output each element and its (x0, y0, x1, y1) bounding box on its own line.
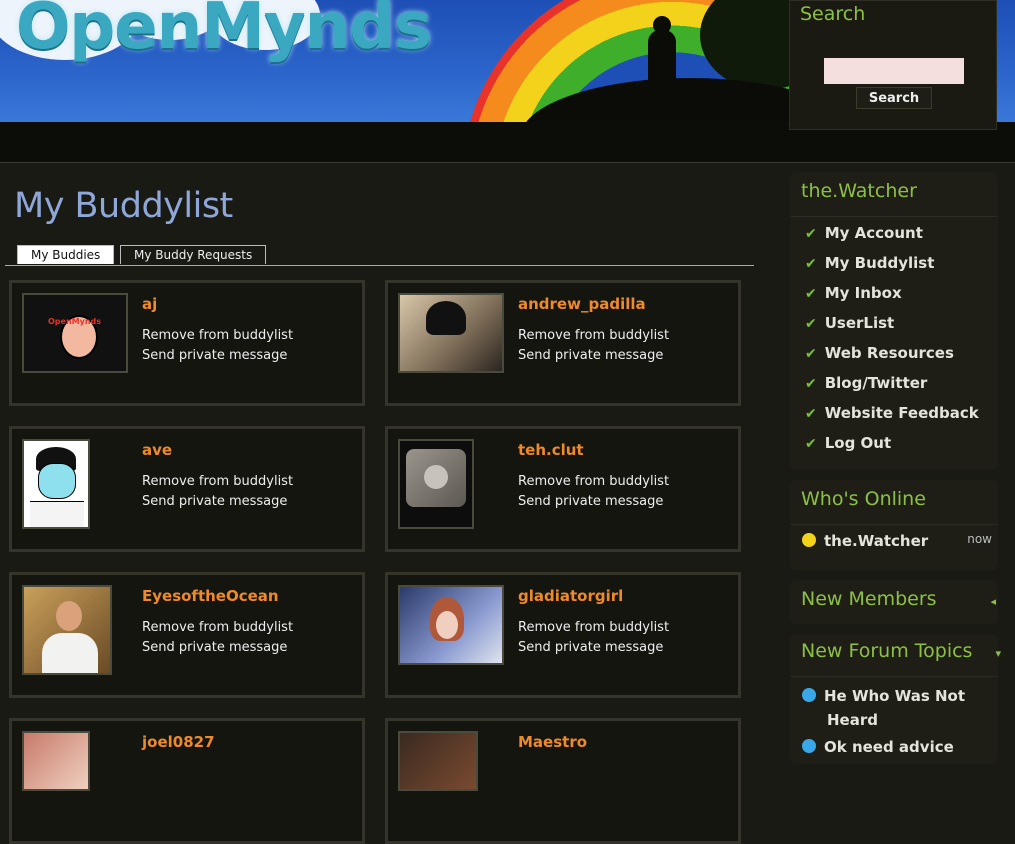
menu-item-website-feedback[interactable]: ✔ Website Feedback (805, 404, 979, 422)
buddy-card: gladiatorgirl Remove from buddylist Send… (385, 572, 741, 698)
send-message-link[interactable]: Send private message (518, 494, 663, 509)
user-block-title: the.Watcher (801, 180, 917, 202)
buddy-name[interactable]: Maestro (518, 733, 587, 751)
remove-buddy-link[interactable]: Remove from buddylist (518, 474, 669, 489)
buddy-name[interactable]: EyesoftheOcean (142, 587, 279, 605)
photo-avatar[interactable] (398, 585, 504, 665)
user-menu-block: the.Watcher ✔ My Account ✔ My Buddylist ✔ M… (790, 172, 998, 470)
remove-buddy-link[interactable]: Remove from buddylist (142, 328, 293, 343)
search-box: Search Search (789, 0, 997, 130)
check-icon: ✔ (805, 256, 817, 272)
forum-icon (802, 739, 816, 753)
buddy-card: OpenMynds aj Remove from buddylist Send … (9, 280, 365, 406)
online-time: now (967, 532, 992, 546)
check-icon: ✔ (805, 346, 817, 362)
check-icon: ✔ (805, 286, 817, 302)
openmynds-cartoon-avatar[interactable]: OpenMynds (22, 293, 128, 373)
check-icon: ✔ (805, 316, 817, 332)
whos-online-block: Who's Online the.Watcher now (790, 480, 998, 570)
site-logo[interactable]: OpenMynds (16, 0, 432, 64)
tab-bar: My Buddies My Buddy Requests (5, 245, 754, 266)
search-title: Search (800, 3, 866, 25)
remove-buddy-link[interactable]: Remove from buddylist (142, 620, 293, 635)
buddy-name[interactable]: andrew_padilla (518, 295, 646, 313)
buddy-card: teh.clut Remove from buddylist Send priv… (385, 426, 741, 552)
forum-topics-block: New Forum Topics ▾ He Who Was Not Heard Ok… (790, 634, 1001, 764)
photo-avatar[interactable] (22, 585, 112, 675)
search-button[interactable]: Search (856, 87, 932, 109)
menu-item-log-out[interactable]: ✔ Log Out (805, 434, 891, 452)
buddy-card: Maestro (385, 718, 741, 844)
check-icon: ✔ (805, 406, 817, 422)
buddy-card: joel0827 (9, 718, 365, 844)
smiley-icon (802, 533, 816, 547)
check-icon: ✔ (805, 436, 817, 452)
send-message-link[interactable]: Send private message (142, 348, 287, 363)
tab-my-buddy-requests[interactable]: My Buddy Requests (120, 245, 267, 264)
buddy-name[interactable]: joel0827 (142, 733, 215, 751)
menu-item-my-account[interactable]: ✔ My Account (805, 224, 923, 242)
page-title: My Buddylist (14, 186, 233, 226)
menu-item-userlist[interactable]: ✔ UserList (805, 314, 894, 332)
check-icon: ✔ (805, 226, 817, 242)
buddy-card: EyesoftheOcean Remove from buddylist Sen… (9, 572, 365, 698)
buddy-name[interactable]: aj (142, 295, 157, 313)
menu-item-my-inbox[interactable]: ✔ My Inbox (805, 284, 902, 302)
whos-online-title: Who's Online (801, 488, 926, 510)
menu-item-blog-twitter[interactable]: ✔ Blog/Twitter (805, 374, 927, 392)
menu-item-web-resources[interactable]: ✔ Web Resources (805, 344, 954, 362)
companion-cube-avatar[interactable] (398, 439, 474, 529)
remove-buddy-link[interactable]: Remove from buddylist (518, 328, 669, 343)
buddy-name[interactable]: ave (142, 441, 172, 459)
send-message-link[interactable]: Send private message (142, 640, 287, 655)
menu-item-my-buddylist[interactable]: ✔ My Buddylist (805, 254, 934, 272)
buddy-card: ave Remove from buddylist Send private m… (9, 426, 365, 552)
tab-my-buddies[interactable]: My Buddies (17, 245, 115, 264)
buddy-name[interactable]: gladiatorgirl (518, 587, 623, 605)
online-user[interactable]: the.Watcher now (802, 532, 992, 550)
forum-topic-link[interactable]: Ok need advice (802, 738, 954, 756)
collapse-arrow-icon: ◂ (990, 595, 996, 608)
cartoon-glasses-avatar[interactable] (22, 439, 90, 529)
photo-avatar[interactable] (398, 731, 478, 791)
forum-topic-link[interactable]: He Who Was Not Heard (802, 684, 965, 732)
remove-buddy-link[interactable]: Remove from buddylist (142, 474, 293, 489)
forum-icon (802, 688, 816, 702)
person-silhouette (648, 16, 676, 118)
buddy-card: andrew_padilla Remove from buddylist Sen… (385, 280, 741, 406)
new-members-block[interactable]: New Members ◂ (790, 580, 998, 624)
forum-topics-title[interactable]: New Forum Topics ▾ (801, 640, 1001, 662)
photo-avatar[interactable] (22, 731, 90, 791)
send-message-link[interactable]: Send private message (518, 640, 663, 655)
expand-arrow-icon: ▾ (995, 647, 1001, 660)
remove-buddy-link[interactable]: Remove from buddylist (518, 620, 669, 635)
check-icon: ✔ (805, 376, 817, 392)
buddy-name[interactable]: teh.clut (518, 441, 584, 459)
photo-avatar[interactable] (398, 293, 504, 373)
new-members-title[interactable]: New Members ◂ (801, 588, 996, 610)
search-input[interactable] (824, 58, 964, 84)
send-message-link[interactable]: Send private message (518, 348, 663, 363)
send-message-link[interactable]: Send private message (142, 494, 287, 509)
